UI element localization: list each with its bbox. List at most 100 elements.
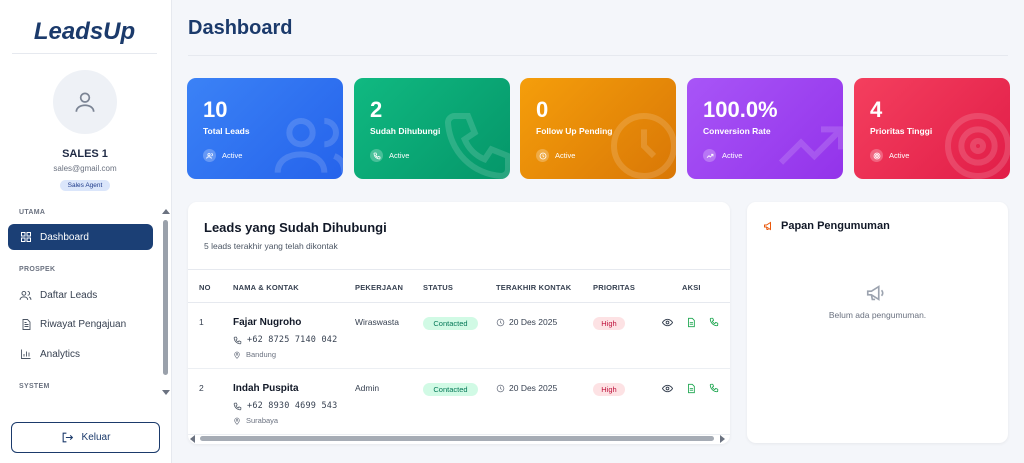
phone-icon <box>233 402 242 411</box>
last-contact-value: 20 Des 2025 <box>509 317 558 327</box>
page-title: Dashboard <box>188 17 293 39</box>
stat-status: Active <box>870 149 909 162</box>
stat-status-label: Active <box>222 151 243 160</box>
scroll-thumb[interactable] <box>163 220 168 375</box>
sidebar-item-dashboard[interactable]: Dashboard <box>8 224 153 250</box>
column-header-nama-kontak: NAMA & KONTAK <box>233 283 299 292</box>
stat-label: Follow Up Pending <box>536 126 613 136</box>
row-number: 1 <box>199 317 204 327</box>
document-icon[interactable] <box>686 383 696 394</box>
stat-status-label: Active <box>889 151 910 160</box>
user-email: sales@gmail.com <box>53 164 117 173</box>
sidebar-item-riwayat-pengajuan[interactable]: Riwayat Pengajuan <box>8 311 153 337</box>
view-icon[interactable] <box>662 317 673 328</box>
panel-title: Papan Pengumuman <box>781 220 890 232</box>
stat-status: Active <box>370 149 409 162</box>
contacted-leads-panel: Leads yang Sudah Dihubungi 5 leads terak… <box>188 202 730 444</box>
users-icon <box>19 289 32 302</box>
clock-icon <box>536 149 549 162</box>
phone-icon <box>370 149 383 162</box>
stat-value: 2 <box>370 97 383 122</box>
sidebar-scrollbar[interactable] <box>161 207 170 397</box>
clock-icon <box>496 318 505 327</box>
scroll-thumb[interactable] <box>200 436 714 441</box>
scroll-up-arrow[interactable] <box>162 209 170 214</box>
view-icon[interactable] <box>662 383 673 394</box>
section-utama: UTAMA <box>19 209 46 216</box>
logout-button[interactable]: Keluar <box>11 422 160 453</box>
lead-job: Admin <box>355 383 380 393</box>
stat-value: 10 <box>203 97 228 122</box>
avatar[interactable] <box>53 70 117 134</box>
stat-value: 4 <box>870 97 883 122</box>
stat-card-follow-up-pending[interactable]: 0 Follow Up Pending Active <box>520 78 676 179</box>
status-badge: Contacted <box>423 383 478 396</box>
stat-status: Active <box>203 149 242 162</box>
users-icon <box>271 106 343 179</box>
sidebar-item-label: Riwayat Pengajuan <box>40 318 127 330</box>
stat-status: Active <box>703 149 742 162</box>
clock-icon <box>604 106 676 179</box>
logout-label: Keluar <box>81 432 111 443</box>
call-icon[interactable] <box>709 317 719 327</box>
table-header: NO NAMA & KONTAK PEKERJAAN STATUS TERAKH… <box>188 269 730 303</box>
scroll-down-arrow[interactable] <box>162 390 170 395</box>
lead-city-value: Bandung <box>246 350 277 359</box>
sidebar-item-analytics[interactable]: Analytics <box>8 341 153 367</box>
lead-city-value: Surabaya <box>246 416 279 425</box>
trend-icon <box>771 106 843 179</box>
stat-status: Active <box>536 149 575 162</box>
stat-card-total-leads[interactable]: 10 Total Leads Active <box>187 78 343 179</box>
lead-phone: +62 8930 4699 543 <box>233 401 337 411</box>
lead-phone: +62 8725 7140 042 <box>233 335 337 345</box>
lead-name[interactable]: Indah Puspita <box>233 383 299 394</box>
sidebar-item-label: Dashboard <box>40 231 89 243</box>
stat-card-sudah-dihubungi[interactable]: 2 Sudah Dihubungi Active <box>354 78 510 179</box>
sidebar-item-label: Analytics <box>40 348 81 360</box>
sidebar-item-daftar-leads[interactable]: Daftar Leads <box>8 282 153 308</box>
column-header-aksi: AKSI <box>682 283 701 292</box>
user-role-badge: Sales Agent <box>60 180 110 191</box>
stat-status-label: Active <box>555 151 576 160</box>
document-icon[interactable] <box>686 317 696 328</box>
column-header-status: STATUS <box>423 283 454 292</box>
user-name: SALES 1 <box>62 148 108 160</box>
users-icon <box>203 149 216 162</box>
table-row[interactable]: 1 Fajar Nugroho +62 8725 7140 042 Bandun… <box>188 303 730 369</box>
target-icon <box>870 149 883 162</box>
priority-badge: High <box>593 383 625 396</box>
file-icon <box>19 318 32 331</box>
stat-label: Sudah Dihubungi <box>370 126 441 136</box>
announcements-panel: Papan Pengumuman Belum ada pengumuman. <box>747 202 1008 443</box>
table-row[interactable]: 2 Indah Puspita +62 8930 4699 543 Suraba… <box>188 369 730 435</box>
logout-icon <box>61 431 74 444</box>
last-contact: 20 Des 2025 <box>496 383 557 393</box>
stat-status-label: Active <box>722 151 743 160</box>
call-icon[interactable] <box>709 383 719 393</box>
panel-subtitle: 5 leads terakhir yang telah dikontak <box>204 241 338 251</box>
header-divider <box>188 55 1008 56</box>
section-system: SYSTEM <box>19 383 50 390</box>
lead-name[interactable]: Fajar Nugroho <box>233 317 301 328</box>
table-horizontal-scrollbar[interactable] <box>188 434 730 444</box>
column-header-pekerjaan: PEKERJAAN <box>355 283 404 292</box>
empty-state-text: Belum ada pengumuman. <box>828 310 927 320</box>
user-icon <box>75 92 95 112</box>
priority-badge: High <box>593 317 625 330</box>
sidebar: LeadsUp SALES 1 sales@gmail.com Sales Ag… <box>0 0 172 463</box>
megaphone-icon <box>865 282 887 304</box>
brand-logo[interactable]: LeadsUp <box>12 10 157 54</box>
stat-value: 0 <box>536 97 549 122</box>
phone-icon <box>233 336 242 345</box>
lead-city: Bandung <box>233 350 276 359</box>
scroll-left-arrow[interactable] <box>190 435 195 443</box>
trend-icon <box>703 149 716 162</box>
stat-card-conversion-rate[interactable]: 100.0% Conversion Rate Active <box>687 78 843 179</box>
phone-icon <box>438 106 510 179</box>
lead-job: Wiraswasta <box>355 317 399 327</box>
scroll-right-arrow[interactable] <box>720 435 725 443</box>
lead-phone-value: +62 8930 4699 543 <box>247 401 338 411</box>
stat-label: Conversion Rate <box>703 126 771 136</box>
stat-card-prioritas-tinggi[interactable]: 4 Prioritas Tinggi Active <box>854 78 1010 179</box>
section-prospek: PROSPEK <box>19 266 56 273</box>
